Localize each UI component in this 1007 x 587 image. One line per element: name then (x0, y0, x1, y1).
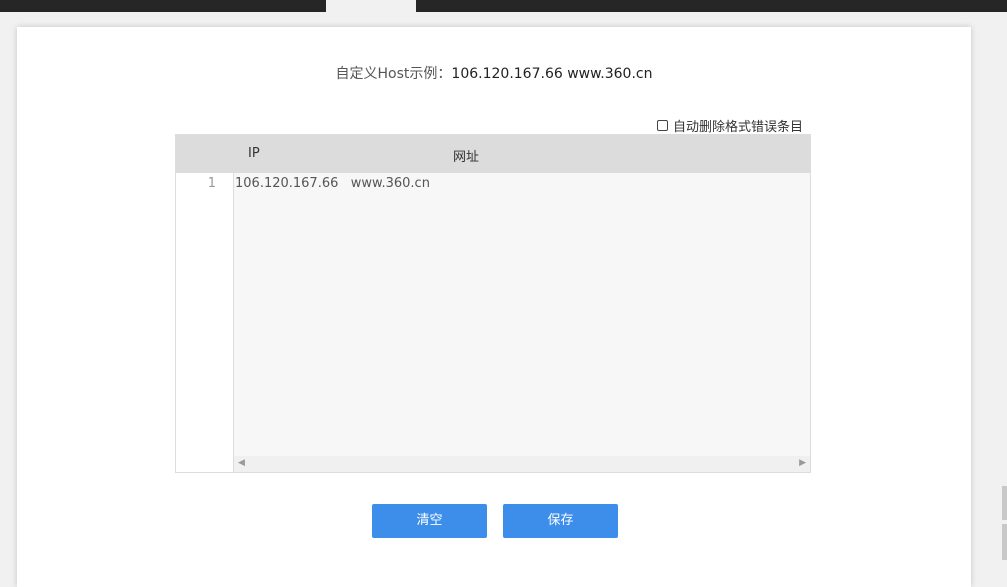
line-number: 1 (207, 176, 216, 191)
save-button[interactable]: 保存 (503, 504, 618, 538)
column-header-url: 网址 (453, 150, 480, 165)
page-scrollbar-thumb-lower[interactable] (1002, 524, 1007, 560)
scroll-right-icon[interactable]: ▶ (799, 458, 806, 468)
auto-delete-label: 自动删除格式错误条目 (673, 120, 804, 135)
scroll-left-icon[interactable]: ◀ (238, 458, 245, 468)
auto-delete-checkbox[interactable] (657, 120, 668, 131)
column-header-ip: IP (248, 146, 260, 161)
editor-header: IP 网址 (176, 135, 810, 173)
host-example-value: 106.120.167.66 www.360.cn (451, 66, 653, 82)
top-bar (0, 0, 1007, 12)
host-settings-panel: 自定义Host示例：106.120.167.66 www.360.cn 自动删除… (17, 27, 971, 587)
line-number-gutter: 1 (176, 173, 234, 472)
host-example: 自定义Host示例：106.120.167.66 www.360.cn (17, 63, 971, 83)
horizontal-scrollbar[interactable]: ◀ ▶ (234, 456, 810, 472)
host-example-label: 自定义Host示例： (335, 66, 452, 82)
editor-text-area[interactable]: 106.120.167.66 www.360.cn (234, 173, 810, 456)
clear-button[interactable]: 清空 (372, 504, 487, 538)
editor-line: 106.120.167.66 www.360.cn (235, 176, 430, 191)
auto-delete-option[interactable]: 自动删除格式错误条目 (657, 116, 803, 135)
active-tab[interactable] (326, 0, 416, 12)
page-scrollbar-thumb[interactable] (1002, 486, 1007, 520)
hosts-editor: IP 网址 1 106.120.167.66 www.360.cn ◀ ▶ (175, 134, 811, 473)
